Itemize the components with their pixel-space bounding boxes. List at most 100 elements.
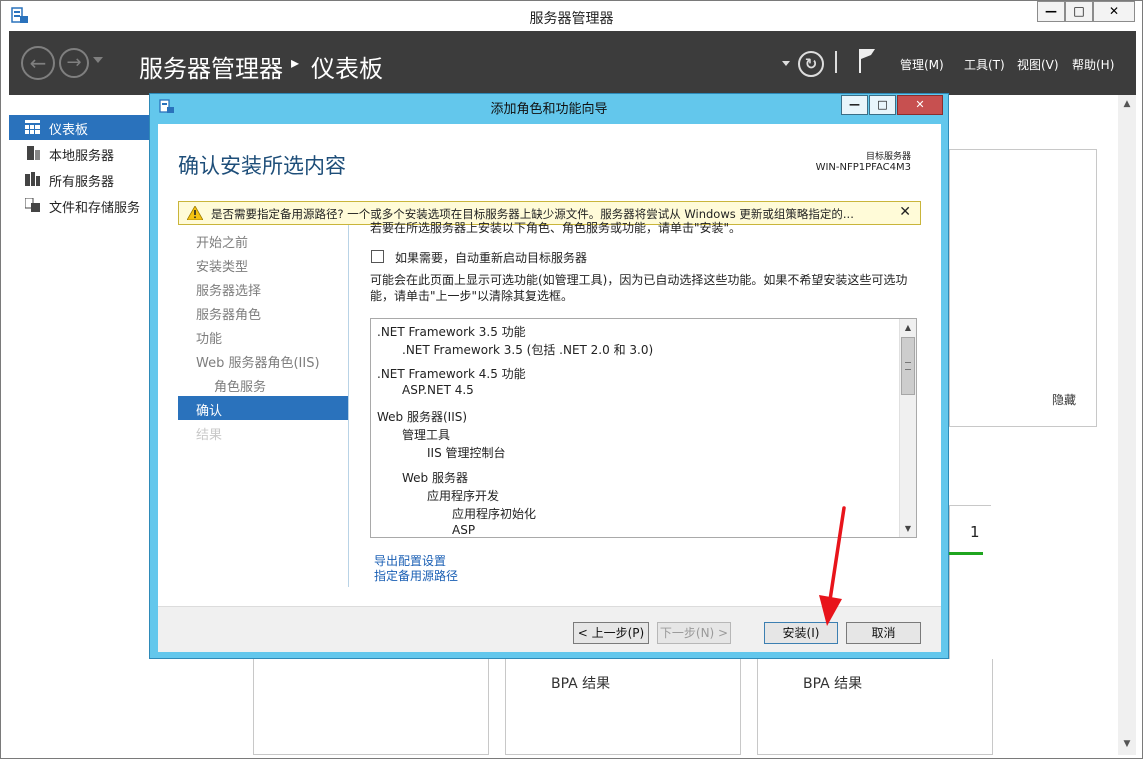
list-item: .NET Framework 3.5 (包括 .NET 2.0 和 3.0) bbox=[402, 343, 654, 357]
notifications-flag-icon[interactable] bbox=[857, 47, 877, 75]
step-role-services[interactable]: 角色服务 bbox=[178, 372, 349, 396]
scroll-thumb[interactable] bbox=[901, 337, 915, 395]
refresh-icon[interactable]: ↻ bbox=[798, 51, 824, 77]
maximize-button[interactable]: □ bbox=[1065, 1, 1093, 22]
menu-tools[interactable]: 工具(T) bbox=[964, 56, 1005, 73]
header-divider bbox=[835, 51, 837, 73]
step-label: 确认 bbox=[196, 404, 223, 419]
sidebar-item-label: 所有服务器 bbox=[49, 175, 115, 190]
menu-view[interactable]: 视图(V) bbox=[1017, 56, 1059, 73]
list-item: ASP bbox=[452, 523, 476, 537]
server-count[interactable]: 1 bbox=[970, 523, 980, 541]
breadcrumb-root: 服务器管理器 bbox=[139, 55, 283, 83]
list-item: Web 服务器(IIS) bbox=[377, 410, 468, 424]
step-label: 安装类型 bbox=[196, 260, 249, 275]
step-label: 服务器角色 bbox=[196, 308, 262, 323]
step-results: 结果 bbox=[178, 420, 349, 444]
window-titlebar[interactable]: 服务器管理器 — □ ✕ bbox=[1, 1, 1142, 31]
scroll-up-icon[interactable]: ▲ bbox=[1118, 95, 1136, 113]
optional-features-note: 可能会在此页面上显示可选功能(如管理工具)，因为已自动选择这些功能。如果不希望安… bbox=[370, 273, 908, 287]
dialog-title: 添加角色和功能向导 bbox=[490, 102, 608, 117]
list-item: 应用程序开发 bbox=[427, 489, 500, 503]
warning-icon bbox=[187, 206, 203, 220]
welcome-tile: 隐藏 bbox=[949, 149, 1097, 427]
step-before-you-begin[interactable]: 开始之前 bbox=[178, 228, 349, 252]
step-label: 结果 bbox=[196, 428, 223, 443]
main-scrollbar[interactable]: ▲ ▼ bbox=[1118, 95, 1136, 755]
sidebar-item-label: 仪表板 bbox=[49, 123, 89, 138]
scroll-down-icon[interactable]: ▼ bbox=[900, 520, 916, 537]
role-tile-2: BPA 结果 bbox=[505, 659, 741, 755]
sidebar-item-dashboard[interactable]: 仪表板 bbox=[9, 115, 154, 140]
file-storage-icon bbox=[25, 198, 40, 212]
list-item: ASP.NET 4.5 bbox=[402, 383, 474, 397]
step-confirmation[interactable]: 确认 bbox=[178, 396, 349, 420]
grip-icon bbox=[905, 362, 911, 370]
features-scrollbar[interactable]: ▲ ▼ bbox=[899, 319, 916, 537]
menu-help[interactable]: 帮助(H) bbox=[1072, 56, 1114, 73]
close-icon[interactable]: ✕ bbox=[899, 204, 911, 220]
close-button[interactable]: ✕ bbox=[1093, 1, 1135, 22]
step-web-server-role[interactable]: Web 服务器角色(IIS) bbox=[178, 348, 349, 372]
step-features[interactable]: 功能 bbox=[178, 324, 349, 348]
sidebar-item-all-servers[interactable]: 所有服务器 bbox=[9, 167, 154, 192]
step-label: 服务器选择 bbox=[196, 284, 262, 299]
intro-text: 若要在所选服务器上安装以下角色、角色服务或功能，请单击"安装"。 bbox=[370, 221, 742, 235]
sidebar-item-label: 文件和存储服务 bbox=[49, 201, 141, 216]
next-button: 下一步(N) > bbox=[657, 622, 731, 644]
step-server-selection[interactable]: 服务器选择 bbox=[178, 276, 349, 300]
destination-server-label: 目标服务器 bbox=[865, 152, 911, 162]
window-title: 服务器管理器 bbox=[529, 11, 614, 27]
list-item: 应用程序初始化 bbox=[452, 507, 537, 521]
restart-checkbox-label[interactable]: 如果需要，自动重新启动目标服务器 bbox=[395, 249, 587, 266]
step-label: 功能 bbox=[196, 332, 223, 347]
previous-button[interactable]: < 上一步(P) bbox=[573, 622, 649, 644]
menu-manage[interactable]: 管理(M) bbox=[900, 56, 944, 73]
dashboard-icon bbox=[25, 120, 40, 134]
step-installation-type[interactable]: 安装类型 bbox=[178, 252, 349, 276]
bpa-results-label[interactable]: BPA 结果 bbox=[803, 673, 862, 693]
dialog-close-button[interactable]: ✕ bbox=[897, 95, 943, 115]
list-item: IIS 管理控制台 bbox=[427, 446, 506, 460]
dialog-minimize-button[interactable]: — bbox=[841, 95, 868, 115]
servers-icon bbox=[25, 172, 40, 186]
list-item: 管理工具 bbox=[402, 428, 451, 442]
list-item: Web 服务器 bbox=[402, 471, 468, 485]
app-header: ← → 服务器管理器 ▸ 仪表板 ↻ 管理(M) 工具(T) 视图(V) 帮助(… bbox=[9, 31, 1136, 95]
annotation-arrow-icon bbox=[819, 506, 846, 626]
status-bar-ok bbox=[949, 552, 983, 555]
step-server-roles[interactable]: 服务器角色 bbox=[178, 300, 349, 324]
list-item: .NET Framework 3.5 功能 bbox=[377, 325, 526, 339]
list-item: .NET Framework 4.5 功能 bbox=[377, 367, 526, 381]
step-label: 角色服务 bbox=[214, 380, 267, 395]
role-tile-1 bbox=[253, 659, 489, 755]
dialog-titlebar[interactable]: 添加角色和功能向导 — □ ✕ bbox=[150, 94, 948, 118]
scroll-up-icon[interactable]: ▲ bbox=[900, 319, 916, 336]
restart-checkbox[interactable] bbox=[371, 250, 384, 263]
server-icon bbox=[27, 146, 40, 160]
role-tile-3: BPA 结果 bbox=[757, 659, 993, 755]
dialog-maximize-button[interactable]: □ bbox=[869, 95, 896, 115]
breadcrumb-separator-icon: ▸ bbox=[291, 53, 300, 72]
minimize-button[interactable]: — bbox=[1037, 1, 1065, 22]
breadcrumb-current: 仪表板 bbox=[311, 55, 383, 83]
scroll-down-icon[interactable]: ▼ bbox=[1118, 735, 1136, 753]
step-label: 开始之前 bbox=[196, 236, 249, 251]
hide-link[interactable]: 隐藏 bbox=[1052, 391, 1076, 408]
steps-divider bbox=[348, 225, 349, 587]
destination-server-value: WIN-NFP1PFAC4M3 bbox=[815, 162, 911, 173]
sidebar: 仪表板 本地服务器 所有服务器 文件和存储服务 bbox=[9, 95, 154, 755]
bpa-results-label[interactable]: BPA 结果 bbox=[551, 673, 610, 693]
page-title: 确认安装所选内容 bbox=[178, 154, 346, 178]
step-label: Web 服务器角色(IIS) bbox=[196, 356, 320, 371]
sidebar-item-label: 本地服务器 bbox=[49, 149, 115, 164]
sidebar-item-file-storage[interactable]: 文件和存储服务 bbox=[9, 193, 154, 218]
optional-features-note-cont: 能，请单击"上一步"以清除其复选框。 bbox=[370, 289, 574, 303]
wizard-steps: 开始之前 安装类型 服务器选择 服务器角色 功能 Web 服务器角色(IIS) … bbox=[178, 225, 349, 587]
forward-arrow-icon[interactable]: → bbox=[59, 48, 89, 78]
header-dropdown-icon[interactable] bbox=[782, 61, 790, 66]
sidebar-item-local-server[interactable]: 本地服务器 bbox=[9, 141, 154, 166]
alternate-source-link[interactable]: 指定备用源路径 bbox=[374, 567, 458, 584]
back-arrow-icon[interactable]: ← bbox=[21, 46, 55, 80]
history-dropdown-icon[interactable] bbox=[93, 57, 103, 63]
